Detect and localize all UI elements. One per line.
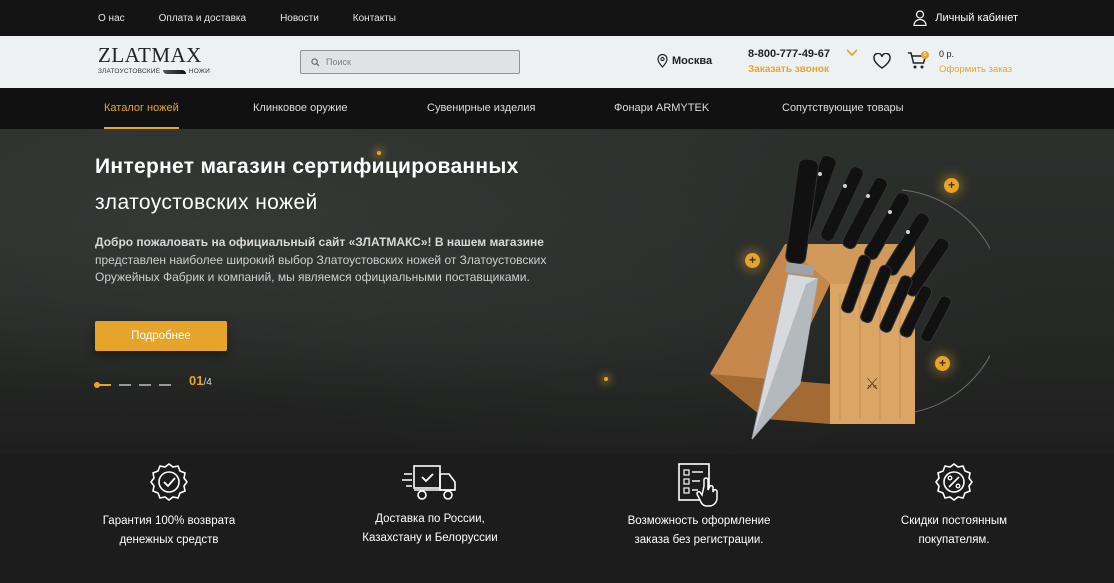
main-nav: Каталог ножей Клинковое оружие Сувенирны… bbox=[0, 88, 1114, 129]
top-link-news[interactable]: Новости bbox=[280, 13, 319, 24]
callback-link[interactable]: Заказать звонок bbox=[748, 64, 829, 75]
slider-dots bbox=[94, 382, 171, 388]
slider-dot[interactable] bbox=[119, 384, 131, 386]
delivery-truck-icon bbox=[402, 465, 456, 500]
checkout-link[interactable]: Оформить заказ bbox=[939, 64, 1012, 75]
logo-sub-left: ЗЛАТОУСТОВСКИЕ bbox=[98, 68, 161, 75]
hotspot-plus-icon[interactable]: + bbox=[745, 253, 760, 268]
header: ZLATMAX ЗЛАТОУСТОВСКИЕ НОЖИ Москва 8-800… bbox=[0, 36, 1114, 88]
cart-sum: 0 р. bbox=[939, 49, 955, 59]
nav-item-related-goods[interactable]: Сопутствующие товары bbox=[782, 88, 904, 129]
hotspot-plus-icon[interactable]: + bbox=[944, 178, 959, 193]
logo-sub-right: НОЖИ bbox=[188, 68, 210, 75]
glow-dot bbox=[604, 377, 608, 381]
nav-item-souvenirs[interactable]: Сувенирные изделия bbox=[427, 88, 535, 129]
more-button[interactable]: Подробнее bbox=[95, 321, 227, 351]
feature-label: Доставка по России, Казахстану и Белорус… bbox=[305, 510, 555, 548]
feature-label-line: Возможность оформление bbox=[627, 515, 771, 527]
top-bar: О нас Оплата и доставка Новости Контакты… bbox=[0, 0, 1114, 36]
feature-label-line: денежных средств bbox=[119, 534, 219, 546]
account-label: Личный кабинет bbox=[935, 12, 1018, 24]
feature-label-line: Скидки постоянным bbox=[900, 515, 1008, 527]
feature-label: Скидки постоянным покупателям. bbox=[829, 512, 1079, 550]
slide-counter: 01/4 bbox=[189, 373, 212, 388]
hero-description: Добро пожаловать на официальный сайт «ЗЛ… bbox=[95, 234, 635, 287]
search-input[interactable] bbox=[326, 57, 506, 67]
hero-text-line2: представлен наиболее широкий выбор Злато… bbox=[95, 252, 547, 267]
search-icon[interactable] bbox=[311, 57, 320, 67]
site-logo[interactable]: ZLATMAX ЗЛАТОУСТОВСКИЕ НОЖИ bbox=[98, 44, 210, 80]
hero-subtitle: златоустовских ножей bbox=[95, 191, 318, 214]
cart-count-badge: 0 bbox=[921, 51, 929, 59]
top-link-about[interactable]: О нас bbox=[98, 13, 125, 24]
account-link[interactable]: Личный кабинет bbox=[913, 0, 1018, 36]
chevron-down-icon[interactable] bbox=[846, 49, 858, 57]
city-selector[interactable]: Москва bbox=[657, 54, 712, 68]
slide-current: 01 bbox=[189, 373, 204, 388]
feature-label-line: Доставка по России, bbox=[375, 513, 485, 525]
discount-badge-icon bbox=[935, 463, 973, 501]
feature-label-line: Казахстану и Белоруссии bbox=[362, 532, 498, 544]
slider-dot[interactable] bbox=[159, 384, 171, 386]
user-icon bbox=[913, 10, 927, 26]
feature-label: Возможность оформление заказа без регист… bbox=[574, 512, 824, 550]
logo-subline: ЗЛАТОУСТОВСКИЕ НОЖИ bbox=[98, 68, 210, 75]
nav-item-armytek-lights[interactable]: Фонари ARMYTEK bbox=[614, 88, 709, 129]
top-link-payment-delivery[interactable]: Оплата и доставка bbox=[159, 13, 246, 24]
logo-wordmark: ZLATMAX bbox=[98, 43, 202, 67]
heart-icon[interactable] bbox=[873, 53, 891, 69]
slider-dot[interactable] bbox=[139, 384, 151, 386]
logo-blade-icon bbox=[163, 69, 186, 74]
hero-slider: Интернет магазин сертифицированных злато… bbox=[0, 129, 1114, 454]
feature-label-line: Гарантия 100% возврата bbox=[102, 515, 236, 527]
feature-label-line: заказа без регистрации. bbox=[634, 534, 764, 546]
top-links: О нас Оплата и доставка Новости Контакты bbox=[98, 0, 396, 36]
nav-item-bladed-weapons[interactable]: Клинковое оружие bbox=[253, 88, 347, 129]
search-box bbox=[300, 50, 520, 74]
hero-text-bold: Добро пожаловать на официальный сайт «ЗЛ… bbox=[95, 235, 544, 249]
slider-dot-active[interactable] bbox=[94, 382, 111, 388]
location-pin-icon bbox=[657, 54, 668, 68]
features-section: Гарантия 100% возврата денежных средств … bbox=[0, 454, 1114, 583]
slide-total: /4 bbox=[203, 377, 212, 388]
glow-dot bbox=[377, 151, 381, 155]
city-label: Москва bbox=[672, 55, 713, 67]
svg-text:⚔: ⚔ bbox=[865, 376, 879, 393]
feature-label-line: покупателям. bbox=[918, 534, 990, 546]
checklist-hand-icon bbox=[678, 463, 718, 507]
hero-title: Интернет магазин сертифицированных bbox=[95, 155, 519, 178]
phone-number[interactable]: 8-800-777-49-67 bbox=[748, 48, 830, 60]
hero-text-line3: Оружейных Фабрик и компаний, мы являемся… bbox=[95, 270, 530, 284]
nav-item-knife-catalog[interactable]: Каталог ножей bbox=[104, 88, 179, 129]
feature-label: Гарантия 100% возврата денежных средств bbox=[44, 512, 294, 550]
top-link-contacts[interactable]: Контакты bbox=[353, 13, 396, 24]
hotspot-plus-icon[interactable]: + bbox=[935, 356, 950, 371]
guarantee-badge-icon bbox=[150, 463, 188, 501]
